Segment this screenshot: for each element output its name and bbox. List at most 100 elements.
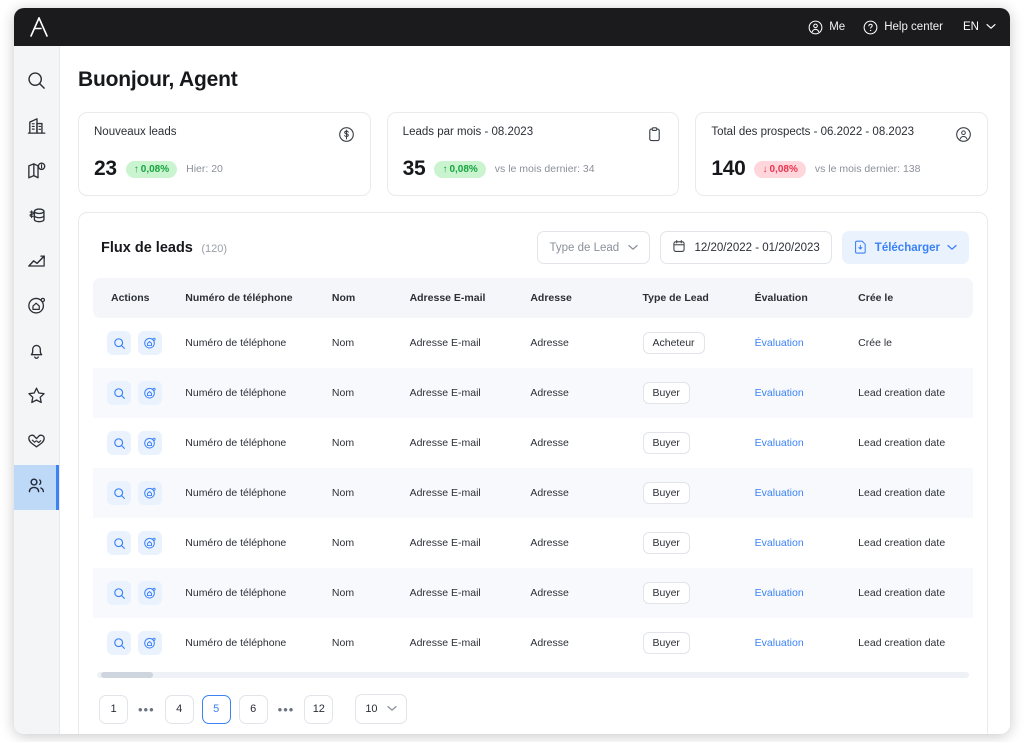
- sidebar-item-notifications[interactable]: [14, 330, 59, 375]
- cell-lead-type: Buyer: [637, 518, 749, 568]
- help-center-button[interactable]: Help center: [863, 20, 943, 35]
- lead-type-filter[interactable]: Type de Lead: [537, 231, 651, 264]
- row-actions: [107, 581, 173, 605]
- home-circle-icon[interactable]: [138, 331, 162, 355]
- evaluation-link[interactable]: Evaluation: [755, 637, 804, 649]
- search-icon[interactable]: [107, 531, 131, 555]
- cell-email: Adresse E-mail: [409, 537, 481, 549]
- chart-icon: [26, 250, 47, 276]
- column-header-created[interactable]: Crée le: [852, 278, 973, 318]
- sidebar-item-favorites[interactable]: [14, 375, 59, 420]
- search-icon[interactable]: [107, 331, 131, 355]
- table-row[interactable]: Numéro de téléphone Nom Adresse E-mail Adre…: [93, 418, 973, 468]
- column-header-actions[interactable]: Actions: [93, 278, 180, 318]
- table-row[interactable]: Numéro de téléphone Nom Adresse E-mail Adre…: [93, 568, 973, 618]
- cell-created: Lead creation date: [858, 387, 946, 399]
- cell-email: Adresse E-mail: [409, 337, 481, 349]
- page-size-selector[interactable]: 10: [355, 694, 407, 724]
- search-icon[interactable]: [107, 631, 131, 655]
- evaluation-link[interactable]: Évaluation: [755, 337, 804, 349]
- download-button[interactable]: Télécharger: [841, 231, 969, 264]
- cell-evaluation: Evaluation: [749, 618, 853, 668]
- home-circle-icon[interactable]: [138, 431, 162, 455]
- pagination-page-1[interactable]: 1: [99, 694, 128, 724]
- evaluation-link[interactable]: Evaluation: [755, 387, 804, 399]
- language-selector[interactable]: EN: [963, 21, 996, 33]
- home-circle-icon[interactable]: [138, 381, 162, 405]
- search-icon[interactable]: [107, 381, 131, 405]
- kpi-trend-badge: ↑ 0,08%: [434, 160, 486, 178]
- kpi-header: Nouveaux leads: [94, 126, 355, 148]
- table-row[interactable]: Numéro de téléphone Nom Adresse E-mail Adre…: [93, 468, 973, 518]
- kpi-value: 23: [94, 157, 117, 180]
- panel-count: (120): [201, 242, 228, 255]
- column-header-address[interactable]: Adresse: [524, 278, 637, 318]
- sidebar-item-map[interactable]: [14, 150, 59, 195]
- main-content: Buonjour, Agent Nouveaux leads 23 ↑ 0,08…: [60, 46, 1010, 734]
- lead-type-badge: Buyer: [642, 532, 690, 554]
- account-menu-button[interactable]: Me: [808, 20, 845, 35]
- pagination-page-6[interactable]: 6: [238, 694, 268, 724]
- app-window: Me Help center EN Buonjour, Agent Nouvea…: [14, 8, 1010, 734]
- cell-actions: [93, 568, 179, 618]
- pagination: 1 ••• 4 5 6 ••• 12 10: [93, 678, 973, 730]
- kpi-card-new-leads: Nouveaux leads 23 ↑ 0,08% Hier: 20: [78, 112, 371, 196]
- sidebar-item-search[interactable]: [14, 60, 59, 105]
- lead-type-badge: Buyer: [642, 582, 690, 604]
- horizontal-scrollbar[interactable]: [97, 672, 969, 678]
- column-header-lead-type[interactable]: Type de Lead: [636, 278, 749, 318]
- sidebar-item-leads[interactable]: [14, 465, 59, 510]
- column-header-name[interactable]: Nom: [325, 278, 404, 318]
- sidebar-item-deals[interactable]: [14, 420, 59, 465]
- logo-icon[interactable]: [24, 13, 54, 41]
- search-icon[interactable]: [107, 431, 131, 455]
- cell-actions: [93, 518, 179, 568]
- sidebar-item-finance[interactable]: [14, 195, 59, 240]
- search-icon[interactable]: [107, 481, 131, 505]
- lead-type-badge: Buyer: [642, 632, 690, 654]
- evaluation-link[interactable]: Evaluation: [755, 437, 804, 449]
- cell-name: Nom: [331, 637, 355, 649]
- column-header-phone[interactable]: Numéro de téléphone: [179, 278, 326, 318]
- column-header-email[interactable]: Adresse E-mail: [403, 278, 525, 318]
- cell-lead-type: Buyer: [637, 468, 749, 518]
- chevron-down-icon: [386, 703, 397, 715]
- sidebar-item-properties[interactable]: [14, 285, 59, 330]
- kpi-card-total-prospects: Total des prospects - 06.2022 - 08.2023 …: [695, 112, 989, 196]
- column-header-evaluation[interactable]: Évaluation: [748, 278, 853, 318]
- table-row[interactable]: Numéro de téléphone Nom Adresse E-mail Adre…: [93, 518, 973, 568]
- lead-type-badge: Buyer: [642, 432, 690, 454]
- table-row[interactable]: Numéro de téléphone Nom Adresse E-mail Adre…: [93, 618, 973, 668]
- date-range-picker[interactable]: 12/20/2022 - 01/20/2023: [660, 231, 832, 264]
- evaluation-link[interactable]: Evaluation: [755, 587, 804, 599]
- home-circle-icon[interactable]: [138, 631, 162, 655]
- cell-created: Lead creation date: [858, 537, 946, 549]
- table-row[interactable]: Numéro de téléphone Nom Adresse E-mail Adre…: [93, 318, 973, 368]
- sidebar-item-analytics[interactable]: [14, 240, 59, 285]
- pagination-page-5[interactable]: 5: [201, 694, 231, 724]
- cell-email: Adresse E-mail: [409, 587, 481, 599]
- evaluation-link[interactable]: Evaluation: [755, 487, 804, 499]
- cell-created: Lead creation date: [858, 637, 946, 649]
- evaluation-link[interactable]: Evaluation: [755, 537, 804, 549]
- cell-address: Adresse: [530, 487, 569, 499]
- dollar-circle-icon: [338, 126, 355, 148]
- cell-actions: [93, 468, 179, 518]
- home-circle-icon[interactable]: [138, 581, 162, 605]
- pagination-page-4[interactable]: 4: [164, 694, 194, 724]
- table-header: Actions Numéro de téléphone Nom Adresse …: [93, 278, 973, 318]
- cell-address: Adresse: [530, 437, 569, 449]
- arrow-up-icon: ↑: [442, 163, 448, 175]
- cell-lead-type: Buyer: [637, 368, 749, 418]
- pagination-page-12[interactable]: 12: [304, 694, 334, 724]
- home-circle-icon[interactable]: [138, 531, 162, 555]
- download-label: Télécharger: [874, 241, 940, 254]
- calendar-icon: [672, 239, 686, 256]
- scrollbar-thumb[interactable]: [101, 672, 153, 678]
- panel-toolbar: Flux de leads (120) Type de Lead 12/20/2…: [93, 229, 973, 278]
- sidebar-item-buildings[interactable]: [14, 105, 59, 150]
- search-icon[interactable]: [107, 581, 131, 605]
- star-icon: [26, 385, 47, 411]
- home-circle-icon[interactable]: [138, 481, 162, 505]
- table-row[interactable]: Numéro de téléphone Nom Adresse E-mail Adre…: [93, 368, 973, 418]
